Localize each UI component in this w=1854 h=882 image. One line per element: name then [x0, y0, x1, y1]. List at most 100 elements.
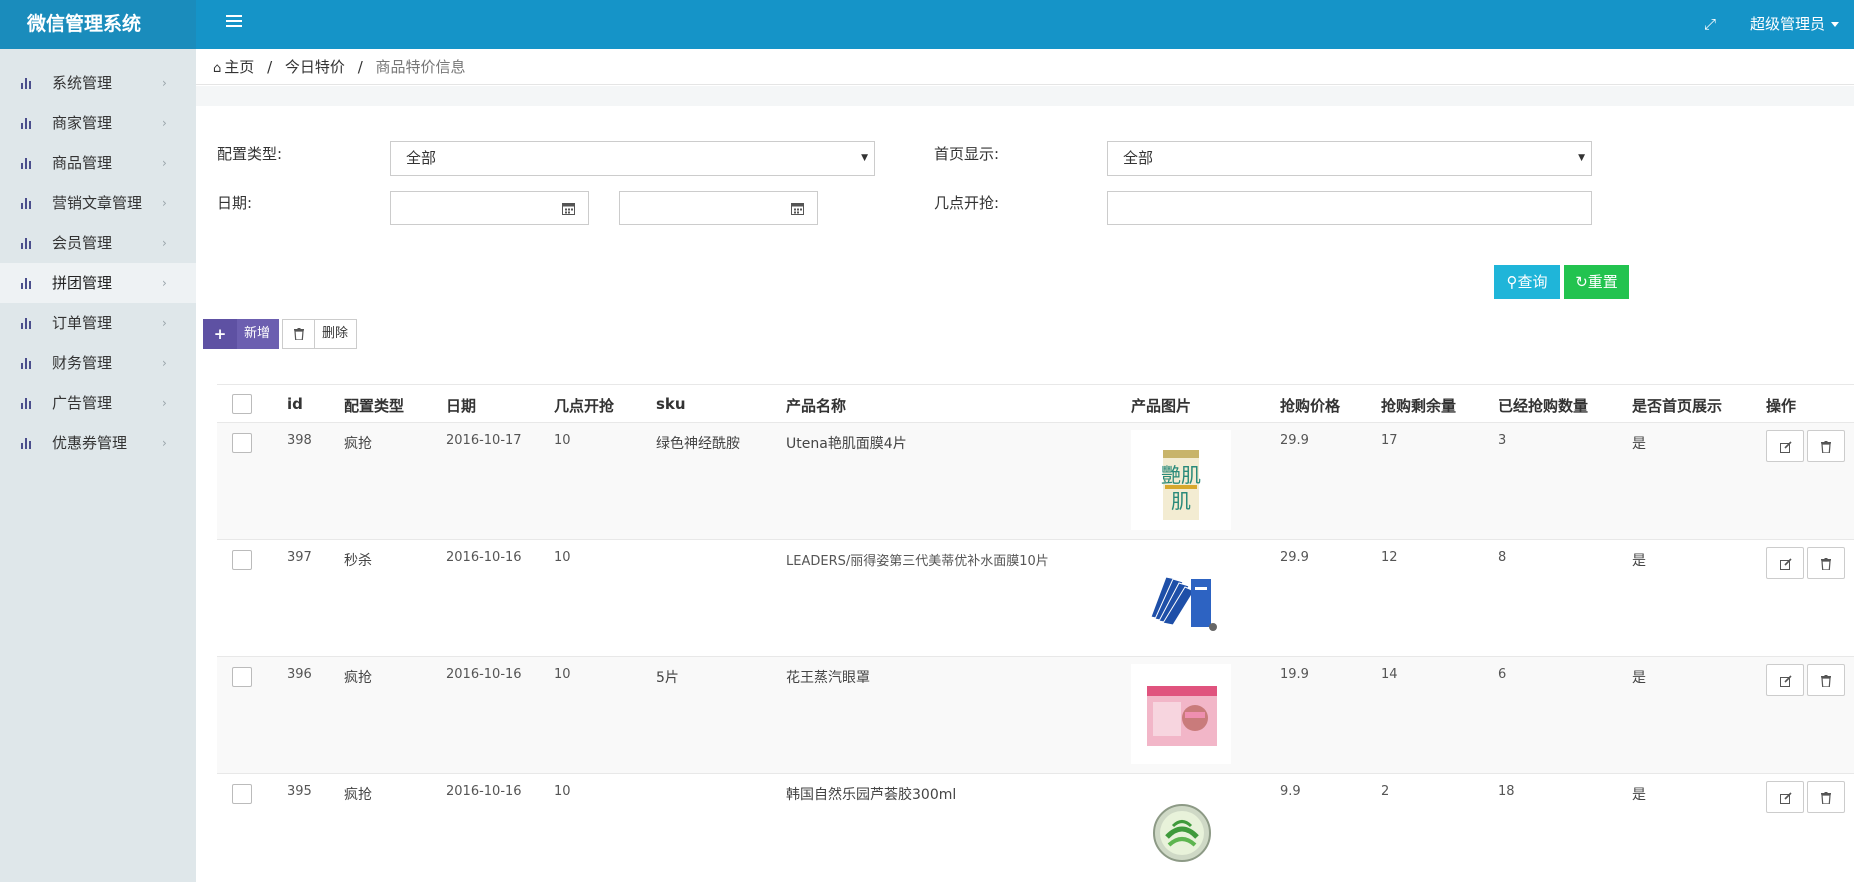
bar-chart-icon	[21, 198, 33, 209]
bar-chart-icon	[21, 318, 33, 329]
column-header: 抢购剩余量	[1381, 397, 1457, 415]
product-image	[1131, 781, 1231, 881]
breadcrumb-home[interactable]: 主页	[224, 58, 254, 76]
product-image	[1131, 547, 1231, 647]
cell-sold: 18	[1498, 784, 1515, 799]
row-checkbox[interactable]	[232, 667, 252, 687]
cell-type: 疯抢	[344, 787, 372, 803]
select-all-checkbox[interactable]	[232, 394, 252, 414]
trash-icon	[1821, 441, 1831, 453]
menu-toggle-icon[interactable]	[226, 15, 242, 31]
end-date-calendar-button[interactable]	[778, 191, 818, 225]
row-delete-button[interactable]	[1807, 664, 1845, 696]
cell-price: 9.9	[1280, 784, 1301, 799]
bar-chart-icon	[21, 438, 33, 449]
edit-button[interactable]	[1766, 664, 1804, 696]
cell-date: 2016-10-16	[446, 667, 522, 682]
sidebar-item-members[interactable]: 会员管理 ›	[0, 223, 196, 263]
chevron-right-icon: ›	[162, 116, 167, 130]
config-type-value: 全部	[406, 149, 437, 167]
sidebar-item-merchant[interactable]: 商家管理 ›	[0, 103, 196, 143]
user-name: 超级管理员	[1750, 15, 1826, 33]
end-date-input[interactable]	[619, 191, 779, 225]
start-date-calendar-button[interactable]	[549, 191, 589, 225]
delete-button[interactable]: 删除	[282, 319, 357, 349]
reset-button[interactable]: ↻重置	[1564, 265, 1629, 299]
sidebar-item-system[interactable]: 系统管理 ›	[0, 63, 196, 103]
cell-sku: 5片	[656, 670, 679, 686]
dropdown-arrow-icon: ▼	[1578, 153, 1585, 163]
cell-remaining: 12	[1381, 550, 1398, 565]
sidebar-item-group-buy[interactable]: 拼团管理 ›	[0, 263, 196, 303]
config-type-select[interactable]: 全部 ▼	[390, 141, 875, 176]
edit-button[interactable]	[1766, 547, 1804, 579]
start-date-input[interactable]	[390, 191, 550, 225]
row-delete-button[interactable]	[1807, 781, 1845, 813]
cell-id: 396	[287, 667, 312, 682]
chevron-right-icon: ›	[162, 316, 167, 330]
cell-date: 2016-10-16	[446, 550, 522, 565]
calendar-icon	[562, 203, 575, 215]
cell-home-display: 是	[1632, 787, 1646, 803]
chevron-right-icon: ›	[162, 356, 167, 370]
product-image: 艷肌肌	[1131, 430, 1231, 530]
cell-id: 397	[287, 550, 312, 565]
column-header: 操作	[1766, 397, 1797, 415]
column-header: 抢购价格	[1280, 397, 1341, 415]
trash-icon	[1821, 792, 1831, 804]
sidebar-item-articles[interactable]: 营销文章管理 ›	[0, 183, 196, 223]
add-button[interactable]: + 新增	[203, 319, 279, 349]
cell-remaining: 17	[1381, 433, 1398, 448]
sidebar-item-ads[interactable]: 广告管理 ›	[0, 383, 196, 423]
sidebar-item-label: 拼团管理	[52, 274, 113, 292]
sidebar-item-finance[interactable]: 财务管理 ›	[0, 343, 196, 383]
trash-icon	[283, 320, 315, 348]
row-checkbox[interactable]	[232, 784, 252, 804]
breadcrumb-section[interactable]: 今日特价	[285, 58, 345, 76]
home-display-select[interactable]: 全部 ▼	[1107, 141, 1592, 176]
start-time-input[interactable]	[1107, 191, 1592, 225]
chevron-right-icon: ›	[162, 196, 167, 210]
sidebar-item-product[interactable]: 商品管理 ›	[0, 143, 196, 183]
calendar-icon	[791, 203, 804, 215]
home-display-value: 全部	[1123, 149, 1154, 167]
row-delete-button[interactable]	[1807, 430, 1845, 462]
column-header: 配置类型	[344, 397, 405, 415]
fullscreen-icon[interactable]: ⤢	[1704, 15, 1716, 33]
table-row: 398 疯抢 2016-10-17 10 绿色神经酰胺 Utena艳肌面膜4片 …	[217, 423, 1854, 540]
cell-id: 398	[287, 433, 312, 448]
refresh-icon: ↻	[1575, 273, 1588, 291]
row-checkbox[interactable]	[232, 550, 252, 570]
search-icon: ⚲	[1506, 273, 1518, 291]
cell-hour: 10	[554, 433, 571, 448]
content-header-strip	[196, 86, 1854, 106]
edit-button[interactable]	[1766, 781, 1804, 813]
cell-price: 29.9	[1280, 550, 1309, 565]
start-time-label: 几点开抢:	[934, 194, 1000, 212]
row-delete-button[interactable]	[1807, 547, 1845, 579]
caret-down-icon	[1831, 22, 1840, 27]
top-navbar: 微信管理系统 ⤢ 超级管理员	[0, 0, 1854, 49]
sidebar-item-label: 系统管理	[52, 74, 113, 92]
edit-icon	[1780, 558, 1792, 570]
query-button[interactable]: ⚲查询	[1494, 265, 1560, 299]
sidebar-item-coupons[interactable]: 优惠券管理 ›	[0, 423, 196, 463]
bar-chart-icon	[21, 158, 33, 169]
home-icon: ⌂	[213, 61, 222, 76]
bar-chart-icon	[21, 238, 33, 249]
sidebar-item-orders[interactable]: 订单管理 ›	[0, 303, 196, 343]
cell-sold: 6	[1498, 667, 1507, 682]
cell-remaining: 2	[1381, 784, 1390, 799]
dropdown-arrow-icon: ▼	[861, 153, 868, 163]
home-display-label: 首页显示:	[934, 145, 1000, 163]
sidebar: 系统管理 › 商家管理 › 商品管理 › 营销文章管理 › 会员管理 › 拼团管…	[0, 49, 196, 882]
sidebar-item-label: 广告管理	[52, 394, 113, 412]
bar-chart-icon	[21, 398, 33, 409]
chevron-right-icon: ›	[162, 276, 167, 290]
row-checkbox[interactable]	[232, 433, 252, 453]
date-label: 日期:	[217, 194, 253, 212]
chevron-right-icon: ›	[162, 436, 167, 450]
column-header: 产品名称	[786, 397, 847, 415]
user-menu[interactable]: 超级管理员	[1750, 0, 1840, 49]
edit-button[interactable]	[1766, 430, 1804, 462]
